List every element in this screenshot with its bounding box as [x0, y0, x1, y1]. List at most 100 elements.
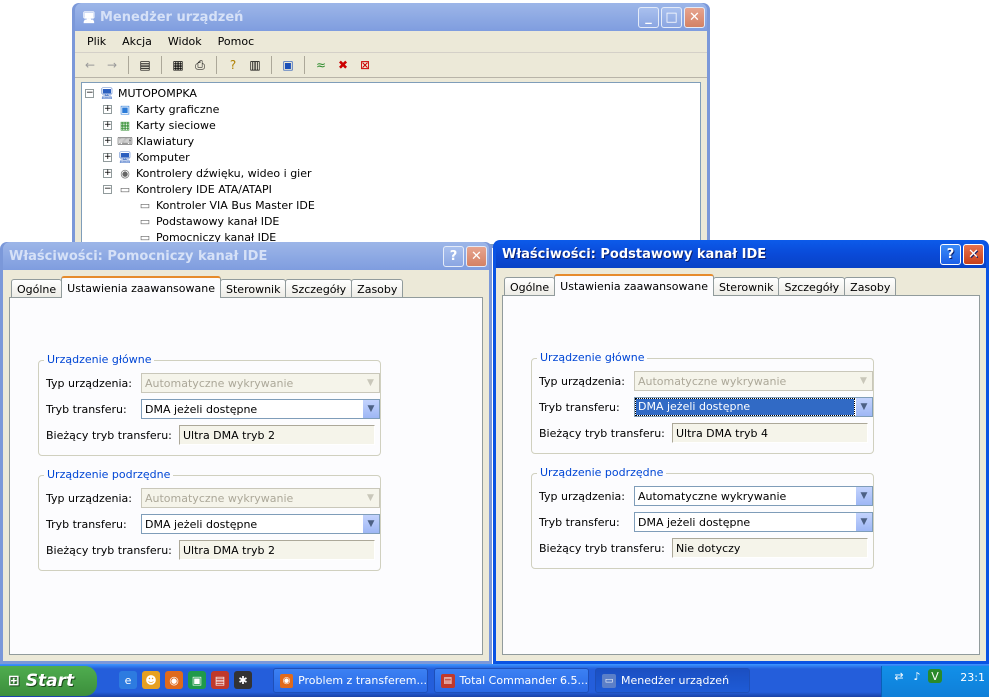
expand-icon[interactable]: +: [103, 152, 112, 162]
device-manager-titlebar[interactable]: 🖥 Menedżer urządzeń _ □ ✕: [75, 3, 707, 31]
advanced-settings-panel: Urządzenie główne Typ urządzenia: Automa…: [9, 297, 483, 655]
device-type-select[interactable]: Automatyczne wykrywanie ▼: [634, 486, 873, 506]
tray-volume-icon[interactable]: ♪: [910, 669, 924, 683]
tab-details[interactable]: Szczegóły: [285, 279, 353, 298]
toolbar-separator: [271, 56, 272, 74]
properties-icon[interactable]: ▦: [169, 56, 187, 74]
computer-icon: 🖥: [100, 86, 114, 100]
group-title: Urządzenie główne: [44, 353, 155, 366]
ide-controller-icon: ▭: [119, 182, 131, 196]
tree-item-network-adapters[interactable]: + ▦ Karty sieciowe: [103, 117, 216, 133]
quicklaunch-game-icon[interactable]: ✱: [234, 671, 252, 689]
tree-root[interactable]: − 🖥 MUTOPOMPKA: [85, 85, 197, 101]
current-mode-field: Nie dotyczy: [672, 538, 868, 558]
device-type-label: Typ urządzenia:: [539, 374, 626, 388]
menu-help[interactable]: Pomoc: [210, 35, 262, 48]
show-hide-console-tree-icon[interactable]: ▤: [136, 56, 154, 74]
close-button[interactable]: ✕: [684, 6, 705, 28]
view-icon[interactable]: ▥: [246, 56, 264, 74]
disable-device-icon[interactable]: ⊠: [356, 56, 374, 74]
chevron-down-icon: ▼: [362, 489, 379, 507]
device-type-label: Typ urządzenia:: [46, 491, 133, 505]
chevron-down-icon[interactable]: ▼: [855, 487, 872, 505]
select-value: DMA jeżeli dostępne: [635, 398, 855, 416]
start-button[interactable]: ⊞ Start: [0, 666, 97, 696]
tree-item-ide-controllers[interactable]: − ▭ Kontrolery IDE ATA/ATAPI: [103, 181, 272, 197]
transfer-mode-select[interactable]: DMA jeżeli dostępne ▼: [141, 514, 380, 534]
chevron-down-icon[interactable]: ▼: [362, 515, 379, 533]
scan-hardware-icon[interactable]: ▣: [279, 56, 297, 74]
tray-network-icon[interactable]: ⇄: [892, 669, 906, 683]
dialog-titlebar[interactable]: Właściwości: Podstawowy kanał IDE ? ✕: [496, 240, 986, 268]
menu-view[interactable]: Widok: [160, 35, 210, 48]
transfer-mode-row: Tryb transferu: DMA jeżeli dostępne ▼: [539, 512, 873, 532]
quicklaunch-messenger-icon[interactable]: ☻: [142, 671, 160, 689]
tab-advanced-settings[interactable]: Ustawienia zaawansowane: [554, 274, 714, 296]
tab-general[interactable]: Ogólne: [11, 279, 63, 298]
transfer-mode-select[interactable]: DMA jeżeli dostępne ▼: [634, 397, 873, 417]
tab-driver[interactable]: Sterownik: [713, 277, 780, 296]
advanced-settings-panel: Urządzenie główne Typ urządzenia: Automa…: [502, 295, 980, 655]
collapse-icon[interactable]: −: [103, 184, 112, 194]
transfer-mode-select[interactable]: DMA jeżeli dostępne ▼: [141, 399, 380, 419]
help-button[interactable]: ?: [443, 245, 464, 267]
maximize-button[interactable]: □: [661, 6, 682, 28]
computer-icon: 🖥: [82, 10, 96, 24]
tray-security-icon[interactable]: V: [928, 669, 942, 683]
forward-icon[interactable]: →: [103, 56, 121, 74]
uninstall-icon[interactable]: ✖: [334, 56, 352, 74]
collapse-icon[interactable]: −: [85, 88, 94, 98]
help-icon[interactable]: ?: [224, 56, 242, 74]
quicklaunch-app-icon[interactable]: ▣: [188, 671, 206, 689]
expand-icon[interactable]: +: [103, 104, 112, 114]
close-button[interactable]: ✕: [963, 243, 984, 265]
tree-child-primary-ide[interactable]: ▭ Podstawowy kanał IDE: [137, 213, 280, 229]
tree-child-via-bus-master[interactable]: ▭ Kontroler VIA Bus Master IDE: [137, 197, 315, 213]
device-manager-body: Plik Akcja Widok Pomoc ← → ▤ ▦ ⎙ ? ▥ ▣ ≈…: [75, 31, 707, 245]
chevron-down-icon[interactable]: ▼: [855, 398, 872, 416]
chevron-down-icon: ▼: [362, 374, 379, 392]
taskbar-item-total-commander[interactable]: ▤ Total Commander 6.5...: [434, 668, 589, 693]
chevron-down-icon[interactable]: ▼: [855, 513, 872, 531]
tab-driver[interactable]: Sterownik: [220, 279, 287, 298]
tab-resources[interactable]: Zasoby: [351, 279, 404, 298]
device-type-row: Typ urządzenia: Automatyczne wykrywanie …: [46, 488, 380, 508]
select-value: DMA jeżeli dostępne: [145, 402, 258, 416]
chevron-down-icon[interactable]: ▼: [362, 400, 379, 418]
device-type-select: Automatyczne wykrywanie ▼: [141, 373, 380, 393]
menu-file[interactable]: Plik: [79, 35, 114, 48]
tab-details[interactable]: Szczegóły: [778, 277, 846, 296]
expand-icon[interactable]: +: [103, 136, 112, 146]
menu-action[interactable]: Akcja: [114, 35, 160, 48]
clock[interactable]: 23:1: [960, 671, 985, 684]
print-icon[interactable]: ⎙: [191, 56, 209, 74]
tab-general[interactable]: Ogólne: [504, 277, 556, 296]
back-icon[interactable]: ←: [81, 56, 99, 74]
transfer-mode-select[interactable]: DMA jeżeli dostępne ▼: [634, 512, 873, 532]
update-driver-icon[interactable]: ≈: [312, 56, 330, 74]
quicklaunch-total-commander-icon[interactable]: ▤: [211, 671, 229, 689]
expand-icon[interactable]: +: [103, 120, 112, 130]
tree-root-label: MUTOPOMPKA: [118, 86, 197, 100]
quicklaunch-browser-icon[interactable]: e: [119, 671, 137, 689]
taskbar-item-device-manager[interactable]: ▭ Menedżer urządzeń: [595, 668, 750, 693]
dialog-titlebar[interactable]: Właściwości: Pomocniczy kanał IDE ? ✕: [3, 242, 489, 270]
master-device-group: Urządzenie główne Typ urządzenia: Automa…: [531, 351, 874, 454]
task-label: Menedżer urządzeń: [621, 674, 730, 687]
help-button[interactable]: ?: [940, 243, 961, 265]
tree-item-label: Komputer: [136, 150, 190, 164]
tab-resources[interactable]: Zasoby: [844, 277, 897, 296]
tree-item-display-adapters[interactable]: + ▣ Karty graficzne: [103, 101, 219, 117]
tree-item-label: Klawiatury: [136, 134, 195, 148]
tab-advanced-settings[interactable]: Ustawienia zaawansowane: [61, 276, 221, 298]
tree-item-sound-controllers[interactable]: + ◉ Kontrolery dźwięku, wideo i gier: [103, 165, 312, 181]
expand-icon[interactable]: +: [103, 168, 112, 178]
tree-item-keyboards[interactable]: + ⌨ Klawiatury: [103, 133, 194, 149]
transfer-mode-row: Tryb transferu: DMA jeżeli dostępne ▼: [539, 397, 873, 417]
task-label: Problem z transferem...: [298, 674, 427, 687]
taskbar-item-forum[interactable]: ◉ Problem z transferem...: [273, 668, 428, 693]
tree-item-computer[interactable]: + 🖥 Komputer: [103, 149, 190, 165]
quicklaunch-firefox-icon[interactable]: ◉: [165, 671, 183, 689]
minimize-button[interactable]: _: [638, 6, 659, 28]
close-button[interactable]: ✕: [466, 245, 487, 267]
